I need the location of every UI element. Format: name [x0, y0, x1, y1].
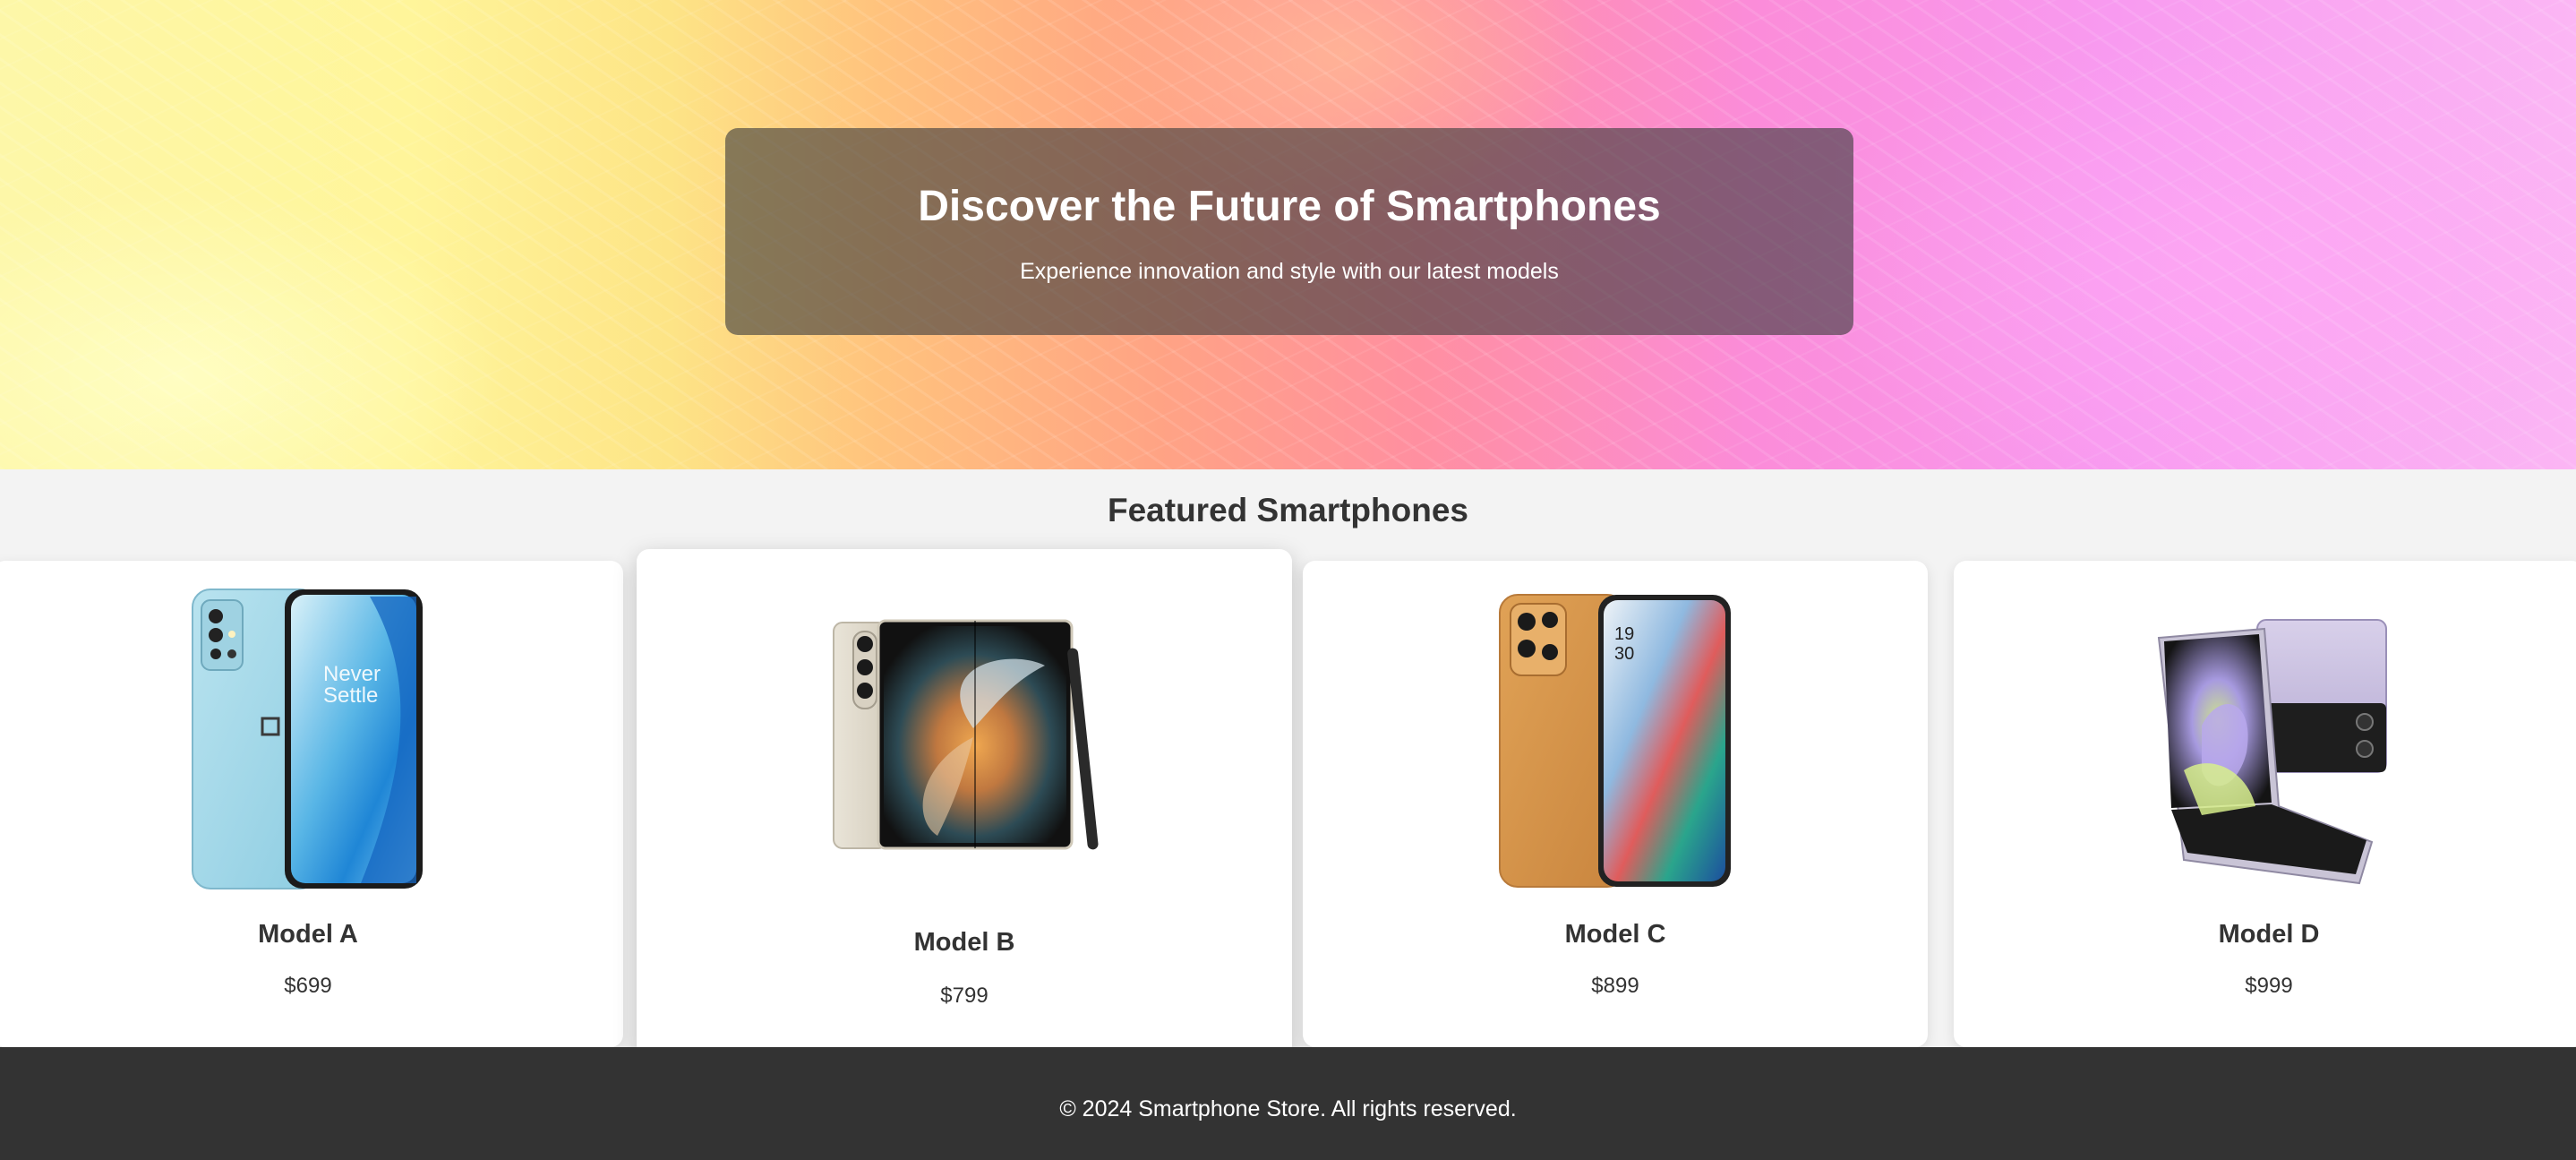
- product-price: $799: [940, 984, 988, 1008]
- foldable-phone-icon: [833, 619, 1099, 850]
- product-card-model-a[interactable]: Never Settle Model A $699: [0, 561, 623, 1047]
- featured-section-title: Featured Smartphones: [1108, 492, 1468, 528]
- product-name: Model C: [1564, 920, 1666, 949]
- product-name: Model B: [913, 928, 1015, 957]
- svg-text:Settle: Settle: [323, 683, 378, 708]
- product-price: $899: [1591, 974, 1639, 998]
- product-price: $999: [2245, 974, 2293, 998]
- flip-phone-icon: [2157, 619, 2387, 885]
- product-name: Model D: [2218, 920, 2320, 949]
- product-card-model-d[interactable]: Model D $999: [1954, 561, 2576, 1047]
- footer-copyright: © 2024 Smartphone Store. All rights rese…: [1059, 1096, 1517, 1121]
- product-price: $699: [284, 974, 332, 998]
- hero-subtitle: Experience innovation and style with our…: [1020, 259, 1559, 284]
- product-name: Model A: [258, 920, 358, 949]
- svg-text:30: 30: [1614, 644, 1634, 664]
- hero-banner: Discover the Future of Smartphones Exper…: [0, 0, 2576, 469]
- svg-text:19: 19: [1614, 624, 1634, 644]
- phone-blue-icon: Never Settle: [192, 589, 423, 889]
- product-card-model-c[interactable]: 19 30 Model C $899: [1303, 561, 1928, 1047]
- svg-text:Never: Never: [323, 662, 381, 686]
- page-footer: © 2024 Smartphone Store. All rights rese…: [0, 1047, 2576, 1160]
- hero-overlay-box: Discover the Future of Smartphones Exper…: [725, 128, 1853, 335]
- phone-orange-icon: 19 30: [1499, 594, 1731, 888]
- product-card-model-b[interactable]: Model B $799: [637, 549, 1292, 1060]
- hero-title: Discover the Future of Smartphones: [918, 183, 1661, 230]
